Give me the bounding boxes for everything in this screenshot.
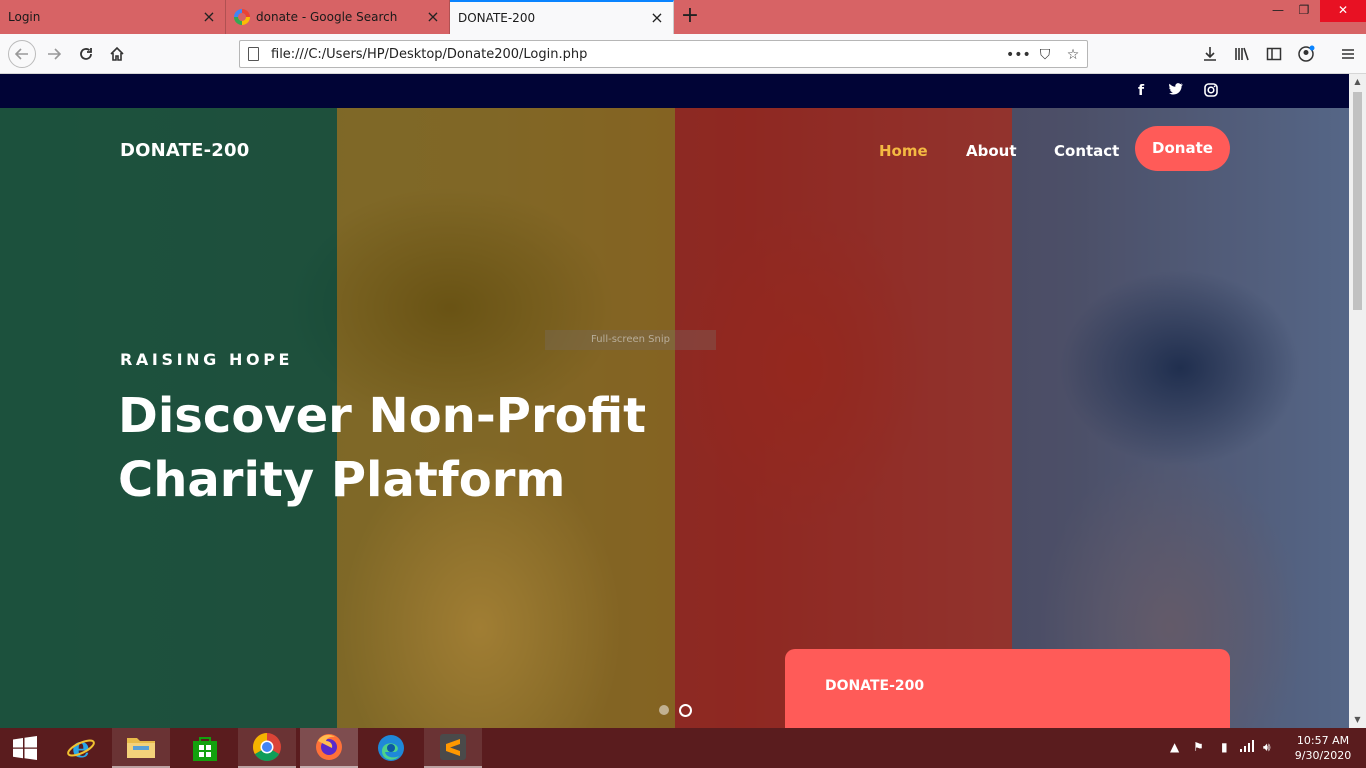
tab-label: Login (8, 10, 41, 24)
library-button[interactable] (1230, 42, 1254, 66)
nav-contact[interactable]: Contact (1054, 142, 1119, 160)
scroll-thumb[interactable] (1353, 92, 1362, 310)
google-icon (234, 9, 250, 25)
headline-line-1: Discover Non-Profit (118, 388, 647, 444)
battery-icon[interactable]: ▮ (1221, 740, 1228, 754)
close-icon[interactable]: × (425, 9, 441, 25)
download-icon (1204, 47, 1216, 61)
card-title: DONATE-200 (825, 678, 925, 694)
nav-about[interactable]: About (966, 142, 1017, 160)
scroll-up-arrow[interactable]: ▲ (1349, 74, 1366, 90)
sublime-text-icon (440, 734, 466, 760)
tab-strip: Login × donate - Google Search × DONATE-… (0, 0, 1366, 34)
top-strip: f (0, 74, 1349, 108)
tab-label: DONATE-200 (458, 11, 536, 25)
system-clock[interactable]: 10:57 AM 9/30/2020 (1290, 733, 1356, 763)
close-icon[interactable]: × (201, 9, 217, 25)
home-button[interactable] (105, 42, 129, 66)
hamburger-icon (1342, 49, 1354, 59)
twitter-icon[interactable] (1168, 83, 1184, 99)
nav-home[interactable]: Home (879, 142, 928, 160)
downloads-button[interactable] (1198, 42, 1222, 66)
account-icon (1298, 45, 1315, 62)
page-icon (248, 47, 259, 61)
tab-google-search[interactable]: donate - Google Search × (226, 0, 450, 34)
forward-button[interactable] (42, 42, 66, 66)
network-icon[interactable] (1239, 740, 1255, 755)
taskbar-chrome[interactable] (238, 728, 296, 768)
clock-time: 10:57 AM (1296, 734, 1350, 747)
tab-donate-200[interactable]: DONATE-200 × (450, 0, 674, 34)
show-hidden-icons[interactable]: ▲ (1170, 740, 1179, 754)
account-button[interactable] (1294, 42, 1318, 66)
donate-button[interactable]: Donate (1135, 126, 1230, 171)
site-logo[interactable]: DONATE-200 (120, 140, 249, 161)
windows-icon (13, 736, 37, 760)
close-icon[interactable]: × (649, 10, 665, 26)
arrow-right-icon (48, 48, 61, 60)
new-tab-button[interactable]: + (678, 5, 702, 29)
reload-button[interactable] (74, 42, 98, 66)
start-button[interactable] (0, 728, 50, 768)
reload-icon (80, 48, 92, 60)
volume-icon[interactable]: 🔊︎ (1263, 740, 1271, 755)
chrome-icon (253, 733, 281, 761)
sidebar-button[interactable] (1262, 42, 1286, 66)
folder-icon (127, 738, 155, 758)
page-actions-icon[interactable]: ••• (1006, 45, 1031, 65)
facebook-icon[interactable]: f (1133, 83, 1149, 99)
taskbar-firefox[interactable] (300, 728, 358, 768)
restore-button[interactable]: ❐ (1290, 0, 1318, 22)
taskbar-edge[interactable] (362, 728, 420, 768)
taskbar: e ▲ ⚑ ▮ 🔊︎ 10:57 AM 9/30/2020 (0, 728, 1366, 768)
carousel-dot-2[interactable] (679, 704, 692, 717)
taskbar-sublime-text[interactable] (424, 728, 482, 768)
bookmark-star-icon[interactable]: ☆ (1063, 45, 1083, 65)
instagram-icon[interactable] (1203, 83, 1219, 99)
headline-line-2: Charity Platform (118, 452, 566, 508)
url-bar[interactable]: file:///C:/Users/HP/Desktop/Donate200/Lo… (239, 40, 1088, 68)
firefox-icon (316, 734, 342, 760)
web-page: f DONATE-200 Home About Contact Donate F… (0, 74, 1349, 728)
hero-headline: Discover Non-Profit Charity Platform (118, 384, 738, 512)
tab-login[interactable]: Login × (0, 0, 226, 34)
library-icon (1235, 47, 1249, 61)
edge-icon (378, 735, 404, 761)
pocket-icon[interactable]: ⛉ (1035, 45, 1055, 65)
carousel-dot-1[interactable] (659, 705, 669, 715)
url-text: file:///C:/Users/HP/Desktop/Donate200/Lo… (271, 47, 588, 62)
store-icon (193, 737, 217, 761)
hero-section: DONATE-200 Home About Contact Donate Ful… (0, 108, 1349, 728)
page-scrollbar[interactable]: ▲ ▼ (1349, 74, 1366, 728)
scroll-down-arrow[interactable]: ▼ (1349, 712, 1366, 728)
taskbar-file-explorer[interactable] (112, 728, 170, 768)
hero-overlay-blue (1012, 108, 1349, 728)
menu-button[interactable] (1336, 42, 1360, 66)
internet-explorer-icon: e (67, 733, 95, 763)
tab-label: donate - Google Search (256, 10, 398, 24)
navigation-toolbar: file:///C:/Users/HP/Desktop/Donate200/Lo… (0, 34, 1366, 74)
clock-date: 9/30/2020 (1294, 749, 1352, 762)
action-center-flag-icon[interactable]: ⚑ (1193, 740, 1204, 754)
sidebar-icon (1266, 47, 1282, 61)
snip-overlay-label: Full-screen Snip (545, 330, 716, 350)
arrow-left-icon (15, 48, 28, 60)
svg-text:e: e (72, 733, 90, 763)
taskbar-internet-explorer[interactable]: e (52, 728, 110, 768)
minimize-button[interactable]: — (1264, 0, 1292, 22)
hero-kicker: RAISING HOPE (120, 350, 294, 369)
close-window-button[interactable]: ✕ (1320, 0, 1366, 22)
back-button[interactable] (8, 40, 36, 68)
taskbar-store[interactable] (176, 728, 234, 768)
donate-card: DONATE-200 (785, 649, 1230, 728)
home-icon (110, 46, 124, 61)
